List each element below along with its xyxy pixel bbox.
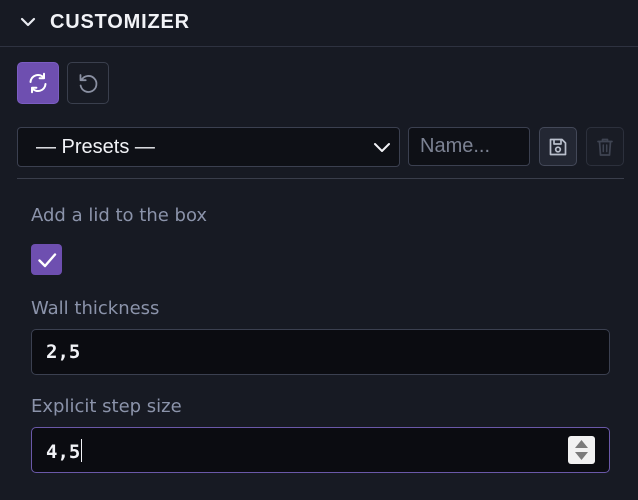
wall-thickness-label: Wall thickness xyxy=(31,298,160,319)
refresh-icon xyxy=(29,72,47,94)
delete-preset-button[interactable] xyxy=(586,127,624,166)
step-size-value: 4,5 xyxy=(46,441,81,463)
refresh-button[interactable] xyxy=(17,62,59,104)
trash-icon xyxy=(597,138,613,156)
text-cursor xyxy=(81,439,83,462)
chevron-down-icon[interactable] xyxy=(20,14,36,30)
panel-title: CUSTOMIZER xyxy=(50,11,190,33)
step-size-input[interactable]: 4,5 xyxy=(31,427,610,473)
spinner-arrows-icon xyxy=(575,440,588,460)
chevron-down-icon xyxy=(374,143,390,152)
reset-icon xyxy=(79,74,98,93)
number-spinner[interactable] xyxy=(568,436,595,464)
save-preset-button[interactable] xyxy=(539,127,577,166)
divider xyxy=(17,178,624,179)
presets-selected-value: — Presets — xyxy=(36,136,155,158)
save-icon xyxy=(549,138,567,155)
wall-thickness-value: 2,5 xyxy=(46,341,81,363)
lid-label: Add a lid to the box xyxy=(31,205,208,226)
wall-thickness-input[interactable]: 2,5 xyxy=(31,329,610,375)
lid-checkbox[interactable] xyxy=(31,244,62,275)
checkmark-icon xyxy=(37,252,56,267)
step-size-label: Explicit step size xyxy=(31,396,182,417)
customizer-header[interactable]: CUSTOMIZER xyxy=(0,0,638,47)
preset-name-input[interactable] xyxy=(408,127,530,166)
presets-select[interactable]: — Presets — xyxy=(17,127,400,167)
reset-button[interactable] xyxy=(67,62,109,104)
